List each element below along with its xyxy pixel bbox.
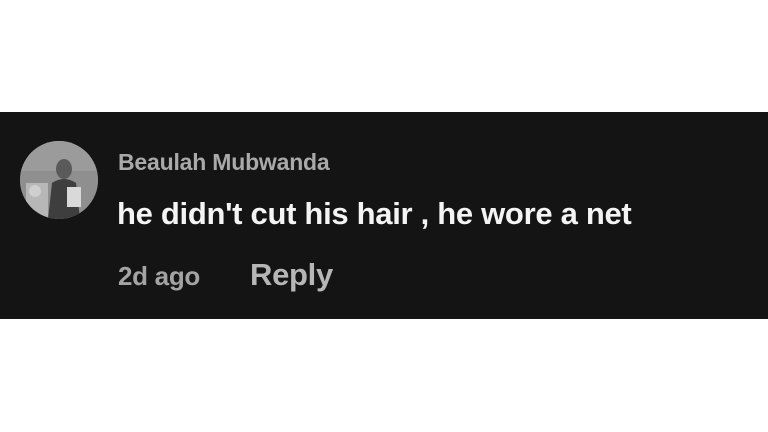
avatar[interactable]: [20, 141, 98, 219]
comment-card: Beaulah Mubwanda he didn't cut his hair …: [0, 112, 768, 319]
comment-timestamp: 2d ago: [118, 261, 200, 291]
page: Beaulah Mubwanda he didn't cut his hair …: [0, 0, 768, 432]
avatar-photo-icon: [20, 141, 98, 219]
comment-author[interactable]: Beaulah Mubwanda: [118, 149, 330, 176]
reply-button[interactable]: Reply: [250, 257, 333, 293]
comment-text: he didn't cut his hair , he wore a net: [117, 196, 632, 231]
